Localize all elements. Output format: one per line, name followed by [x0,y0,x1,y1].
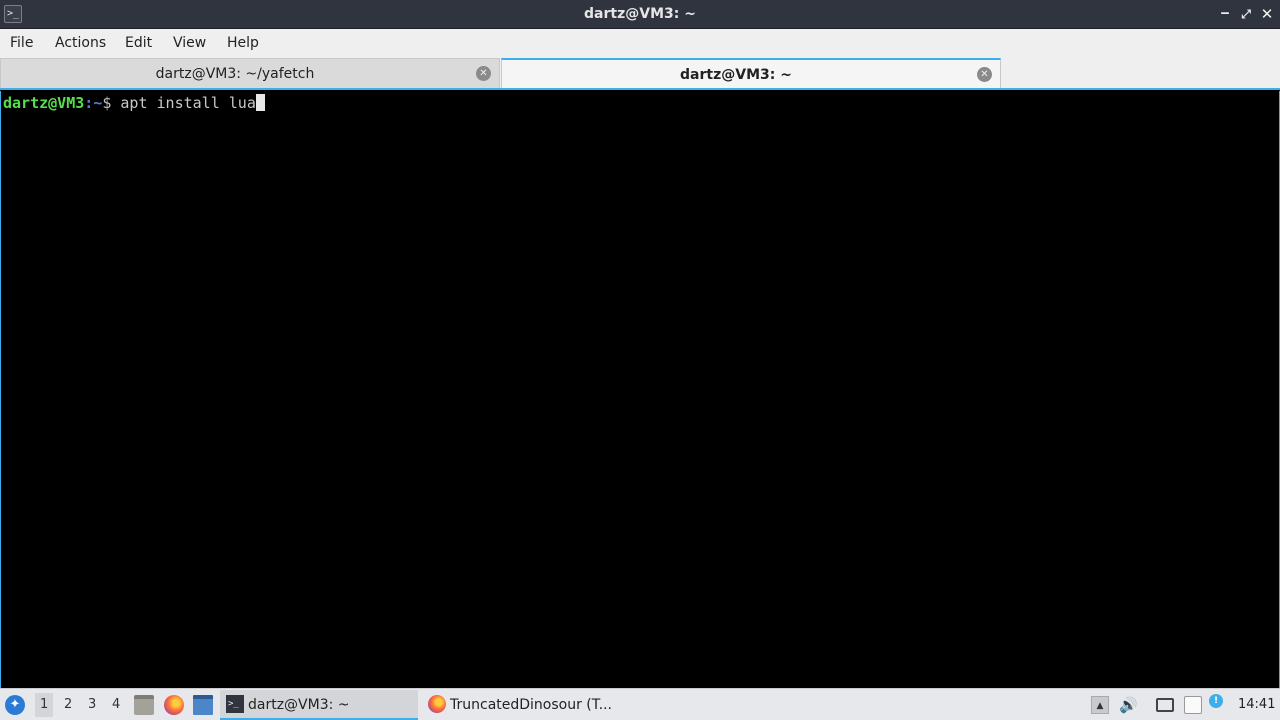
window-icon[interactable] [193,695,213,715]
files-icon[interactable] [134,695,154,715]
monitor-icon[interactable] [1156,698,1174,712]
window-titlebar[interactable]: >_ dartz@VM3: ~ ‒ ⤢ ✕ [0,0,1280,29]
tab-label: dartz@VM3: ~/yafetch [155,66,315,82]
taskbar: ✦ 1 2 3 4 >_ dartz@VM3: ~ TruncatedDinos… [0,688,1280,720]
clock[interactable]: 14:41 [1238,697,1275,712]
menu-help[interactable]: Help [227,35,259,51]
task-firefox[interactable]: TruncatedDinosour (T... [422,690,620,720]
prompt-path: :~ [84,94,103,112]
tab-label: dartz@VM3: ~ [680,67,792,83]
desktop-2[interactable]: 2 [64,697,72,712]
desktop-4[interactable]: 4 [112,697,120,712]
menu-view[interactable]: View [173,35,206,51]
firefox-icon [428,695,446,713]
menu-actions[interactable]: Actions [55,35,106,51]
terminal-icon: >_ [226,695,244,713]
task-label: dartz@VM3: ~ [248,697,350,713]
tab-close-icon[interactable]: ✕ [977,67,992,82]
close-window-icon[interactable]: ✕ [1258,5,1276,23]
tab-divider [0,88,1280,90]
minimize-icon[interactable]: ‒ [1216,5,1234,23]
menu-bar: File Actions Edit View Help [0,29,1280,58]
prompt-sign: $ [102,94,121,112]
command-text: apt install lua [120,94,256,112]
update-icon[interactable]: ! [1209,694,1223,708]
menu-edit[interactable]: Edit [125,35,152,51]
window-title: dartz@VM3: ~ [584,6,696,22]
up-arrow-icon[interactable]: ▲ [1091,696,1109,714]
tab-yafetch[interactable]: dartz@VM3: ~/yafetch ✕ [0,58,500,88]
tab-close-icon[interactable]: ✕ [476,66,491,81]
start-menu-icon[interactable]: ✦ [5,695,25,715]
terminal-view[interactable]: dartz@VM3:~$ apt install lua [0,91,1280,688]
prompt-user: dartz@VM3 [3,94,85,112]
maximize-icon[interactable]: ⤢ [1237,5,1255,23]
clipboard-icon[interactable] [1184,696,1202,714]
tab-home[interactable]: dartz@VM3: ~ ✕ [501,58,1001,88]
desktop-1[interactable]: 1 [35,693,54,717]
firefox-icon[interactable] [164,695,184,715]
task-terminal[interactable]: >_ dartz@VM3: ~ [220,690,418,720]
desktop-3[interactable]: 3 [88,697,96,712]
terminal-prompt-line: dartz@VM3:~$ apt install lua [3,93,265,113]
menu-file[interactable]: File [10,35,33,51]
volume-icon[interactable]: 🔊 [1119,696,1138,714]
text-cursor [255,94,265,111]
task-label: TruncatedDinosour (T... [450,697,613,713]
tab-bar: dartz@VM3: ~/yafetch ✕ dartz@VM3: ~ ✕ [0,58,1280,90]
